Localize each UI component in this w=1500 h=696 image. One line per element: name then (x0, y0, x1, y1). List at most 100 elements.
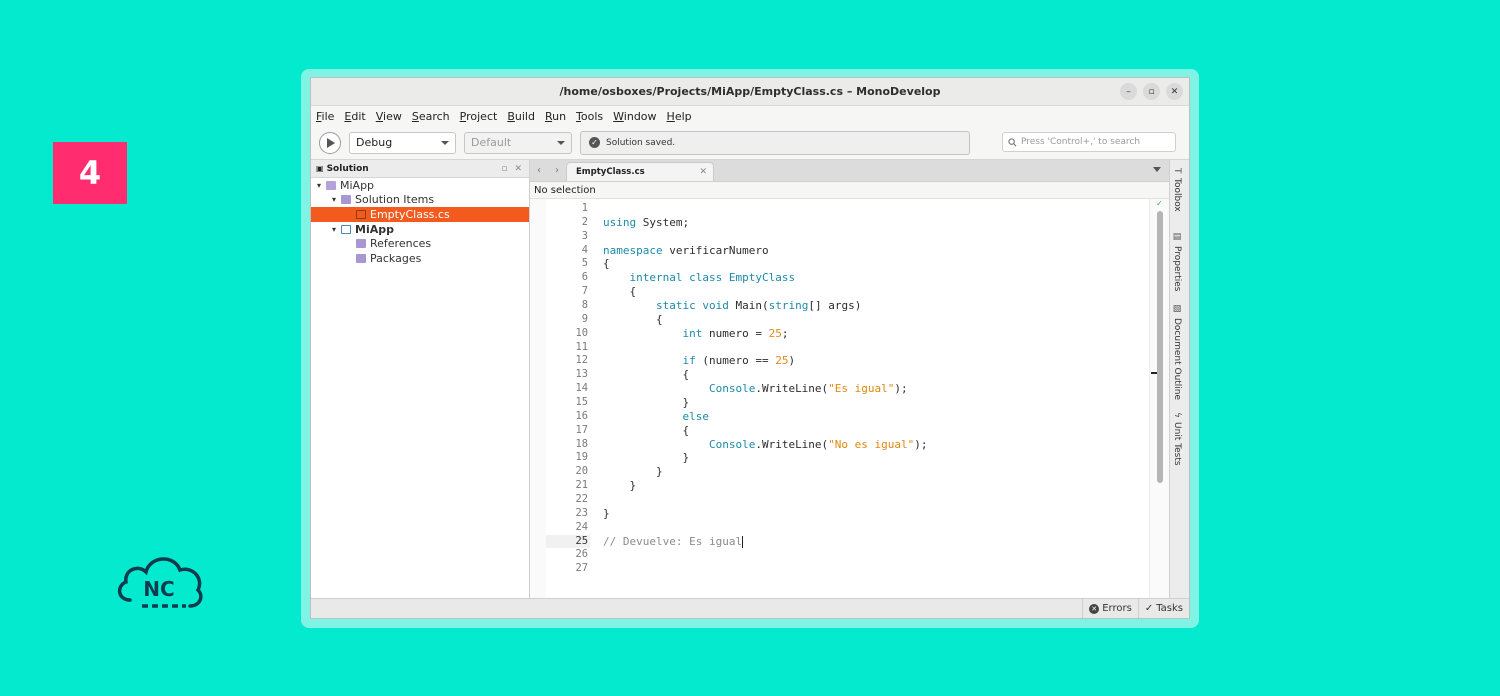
code-line[interactable]: { (603, 285, 1149, 299)
line-number: 7 (581, 285, 588, 298)
code-line[interactable]: { (603, 424, 1149, 438)
code-line[interactable]: } (603, 507, 1149, 521)
code-line[interactable]: { (603, 313, 1149, 327)
code-line[interactable]: static void Main(string[] args) (603, 299, 1149, 313)
code-token: using (603, 215, 637, 229)
run-button[interactable] (319, 131, 341, 154)
code-token: int (682, 326, 703, 340)
status-area: ✓ Solution saved. (580, 130, 970, 155)
tree-item[interactable]: References (311, 236, 529, 251)
tab-close-icon[interactable]: ✕ (699, 167, 707, 177)
status-text: Solution saved. (606, 137, 676, 148)
code-line[interactable]: } (603, 451, 1149, 465)
menu-window[interactable]: Window (613, 110, 656, 123)
code-line[interactable] (603, 341, 1149, 355)
pad-controls[interactable]: ▫ ✕ (501, 164, 524, 174)
line-number: 20 (575, 465, 588, 478)
configuration-select[interactable]: Debug (349, 131, 456, 154)
line-numbers: 1 2 3 4 5 6 7 8 9 10 11 12 13 14 15 16 17 18 19 20 21 22 23 24 2… (546, 199, 590, 598)
menu-help[interactable]: Help (667, 110, 692, 123)
code-line[interactable]: // Devuelve: Es igual (603, 535, 1149, 549)
code-line[interactable] (603, 562, 1149, 576)
code-token: ; (781, 326, 789, 340)
menu-edit[interactable]: Edit (344, 110, 365, 123)
code-line[interactable]: Console.WriteLine("No es igual"); (603, 438, 1149, 452)
solution-pad-header: ▣ Solution ▫ ✕ (311, 160, 529, 178)
code-line[interactable]: internal class EmptyClass (603, 271, 1149, 285)
menu-view[interactable]: View (376, 110, 402, 123)
unit-tests-pad[interactable]: ϟ Unit Tests (1172, 412, 1182, 466)
tree-item[interactable]: EmptyClass.cs (311, 207, 529, 222)
properties-pad[interactable]: ▤ Properties (1172, 232, 1182, 291)
code-line[interactable]: } (603, 396, 1149, 410)
unit-tests-icon: ϟ (1172, 412, 1182, 418)
code-editor[interactable]: 1 2 3 4 5 6 7 8 9 10 11 12 13 14 15 16 17 18 19 20 21 22 23 24 2… (530, 199, 1169, 598)
nav-back-icon[interactable]: ‹ (537, 165, 541, 176)
line-number: 5 (581, 257, 588, 270)
code-token: string (768, 299, 809, 313)
tab-list-dropdown-icon[interactable] (1153, 167, 1161, 172)
code-line[interactable]: int numero = 25; (603, 327, 1149, 341)
code-line[interactable] (603, 521, 1149, 535)
project-icon (341, 224, 351, 234)
tree-item[interactable]: Packages (311, 251, 529, 266)
tab-emptyclass[interactable]: EmptyClass.cs ✕ (566, 162, 714, 181)
code-token: void (702, 299, 729, 313)
code-token: } (603, 479, 637, 493)
code-line[interactable]: namespace verificarNumero (603, 244, 1149, 258)
platform-select[interactable]: Default (464, 131, 572, 154)
properties-icon: ▤ (1172, 232, 1182, 242)
code-line[interactable]: } (603, 479, 1149, 493)
tasks-label: Tasks (1156, 603, 1183, 614)
code-line[interactable]: { (603, 368, 1149, 382)
document-outline-pad[interactable]: ▧ Document Outline (1172, 304, 1182, 400)
errors-button[interactable]: ✕ Errors (1082, 599, 1138, 618)
line-number: 12 (575, 354, 588, 367)
tasks-button[interactable]: ✓ Tasks (1137, 599, 1189, 618)
line-number: 19 (575, 451, 588, 464)
close-button[interactable]: ✕ (1166, 83, 1183, 100)
menu-project[interactable]: Project (460, 110, 498, 123)
code-token: static (655, 299, 696, 313)
tree-item-label: References (370, 237, 432, 251)
menu-search[interactable]: Search (412, 110, 450, 123)
minimize-button[interactable]: – (1120, 83, 1137, 100)
vertical-scrollbar[interactable]: ✓ (1149, 199, 1169, 598)
check-icon: ✓ (1144, 603, 1154, 614)
tree-item[interactable]: ▾ MiApp (311, 222, 529, 237)
code-line[interactable]: using System; (603, 216, 1149, 230)
tree-item[interactable]: ▾ MiApp (311, 178, 529, 193)
code-token: System; (636, 215, 690, 229)
line-number: 2 (581, 215, 588, 228)
maximize-button[interactable]: ▫ (1143, 83, 1160, 100)
expander-icon[interactable]: ▾ (329, 195, 339, 204)
tree-item[interactable]: ▾ Solution Items (311, 193, 529, 208)
code-line[interactable] (603, 230, 1149, 244)
code-line[interactable] (603, 493, 1149, 507)
line-number: 18 (575, 437, 588, 450)
code-text[interactable]: using System; namespace verificarNumero{ … (590, 199, 1166, 598)
code-line[interactable]: { (603, 257, 1149, 271)
code-token: internal (629, 271, 683, 285)
expander-icon[interactable]: ▾ (329, 225, 339, 234)
menu-file[interactable]: File (316, 110, 334, 123)
code-line[interactable]: } (603, 465, 1149, 479)
nav-forward-icon[interactable]: › (555, 165, 559, 176)
code-line[interactable] (603, 548, 1149, 562)
code-line[interactable]: else (603, 410, 1149, 424)
menu-run[interactable]: Run (545, 110, 566, 123)
code-line[interactable]: if (numero == 25) (603, 354, 1149, 368)
code-line[interactable]: Console.WriteLine("Es igual"); (603, 382, 1149, 396)
menu-build[interactable]: Build (507, 110, 535, 123)
breadcrumb[interactable]: No selection (530, 182, 1169, 199)
global-search-input[interactable]: Press 'Control+,' to search (1002, 132, 1176, 152)
code-token: if (682, 354, 696, 368)
menu-tools[interactable]: Tools (576, 110, 603, 123)
code-token: .WriteLine( (755, 437, 829, 451)
scrollbar-thumb[interactable] (1157, 211, 1163, 483)
toolbox-pad[interactable]: T Toolbox (1172, 168, 1182, 211)
code-line[interactable] (603, 202, 1149, 216)
expander-icon[interactable]: ▾ (314, 181, 324, 190)
status-bar: ✕ Errors ✓ Tasks (311, 598, 1189, 618)
